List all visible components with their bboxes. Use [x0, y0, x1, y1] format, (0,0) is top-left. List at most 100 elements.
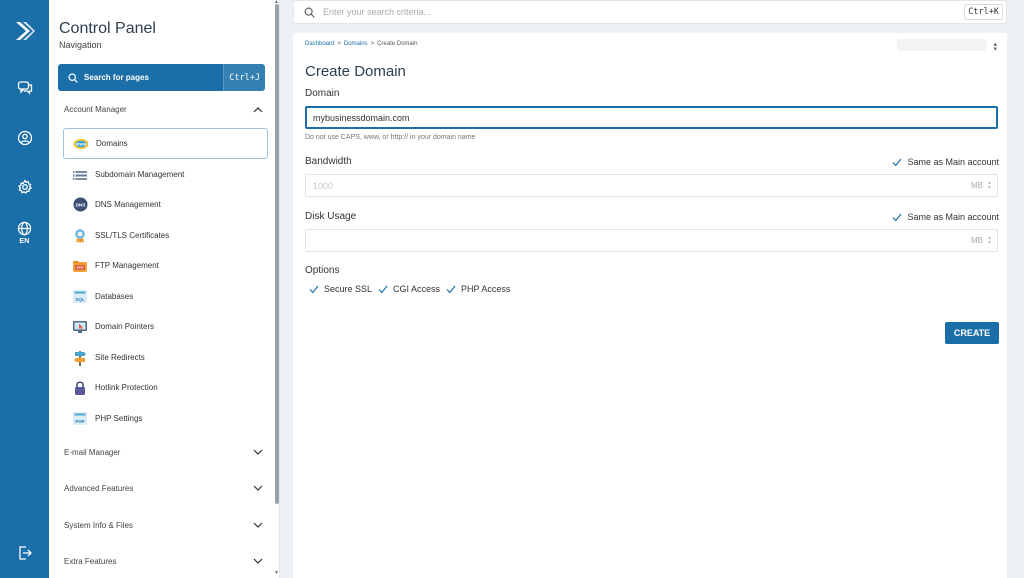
language-selector[interactable]: EN	[0, 221, 49, 245]
disk-usage-input[interactable]: MB ▲ ▼	[305, 229, 998, 252]
breadcrumb-current: Create Domain	[377, 41, 418, 47]
sidebar-item-site-redirects[interactable]: Site Redirects	[63, 342, 268, 373]
sidebar-item-label: SSL/TLS Certificates	[95, 231, 170, 240]
dns-icon: DNS	[71, 197, 89, 213]
section-email-manager[interactable]: E-mail Manager	[64, 445, 263, 459]
search-icon	[68, 72, 78, 83]
chevron-down-icon	[253, 449, 263, 456]
bandwidth-label: Bandwidth	[305, 156, 352, 167]
svg-text:FTP: FTP	[77, 266, 84, 270]
main-content: Dashboard > Domains > Create Domain ▴ ▾ C…	[293, 33, 1007, 578]
bandwidth-input[interactable]: 1000 MB ▲ ▼	[305, 174, 998, 197]
bandwidth-same-as-main-checkbox[interactable]: Same as Main account	[892, 157, 999, 167]
sidebar-item-hotlink-protection[interactable]: Hotlink Protection	[63, 372, 268, 403]
subdomain-icon	[71, 167, 89, 183]
section-label: Extra Features	[64, 556, 117, 566]
section-system-info-files[interactable]: System Info & Files	[64, 518, 263, 532]
sidebar-item-label: Domain Pointers	[95, 322, 155, 331]
sidebar-item-domains[interactable]: WWW Domains	[63, 128, 268, 159]
bandwidth-unit: MB	[971, 181, 983, 190]
disk-same-as-main-checkbox[interactable]: Same as Main account	[892, 212, 999, 222]
navigation-panel: Control Panel Navigation Search for page…	[49, 0, 280, 578]
section-extra-features[interactable]: Extra Features	[64, 554, 263, 568]
logo-icon[interactable]	[0, 19, 49, 43]
checkmark-icon	[446, 285, 456, 294]
sidebar-item-label: Databases	[95, 292, 134, 301]
domain-value: mybusinessdomain.com	[313, 112, 410, 123]
breadcrumb-dashboard[interactable]: Dashboard	[305, 41, 334, 47]
panel-title: Control Panel	[59, 20, 156, 37]
search-shortcut: Ctrl+K	[964, 4, 1003, 20]
option-label: CGI Access	[393, 284, 441, 294]
sidebar-item-ssl-tls-certificates[interactable]: SSL/TLS Certificates	[63, 220, 268, 251]
section-account-manager[interactable]: Account Manager	[64, 102, 263, 116]
svg-text:DNS: DNS	[75, 202, 85, 207]
chevron-down-icon	[253, 485, 263, 492]
ftp-icon: FTP	[71, 258, 89, 274]
search-input[interactable]: Enter your search criteria...	[323, 7, 964, 17]
signpost-icon	[71, 350, 89, 366]
language-label: EN	[19, 238, 30, 245]
sidebar-item-label: Hotlink Protection	[95, 383, 158, 392]
checkmark-icon	[309, 285, 319, 294]
svg-text:WWW: WWW	[76, 142, 87, 146]
disk-usage-label: Disk Usage	[305, 211, 357, 222]
gear-icon[interactable]	[0, 179, 49, 195]
section-advanced-features[interactable]: Advanced Features	[64, 481, 263, 495]
chat-icon[interactable]	[0, 80, 49, 96]
sidebar-item-databases[interactable]: SQL Databases	[63, 281, 268, 312]
sidebar-item-label: PHP Settings	[95, 414, 143, 423]
domain-hint: Do not use CAPS, www, or http:// in your…	[305, 134, 476, 141]
chevron-down-icon	[253, 558, 263, 565]
sidebar-item-label: Site Redirects	[95, 353, 145, 362]
options-label: Options	[305, 265, 340, 276]
sidebar-item-dns-management[interactable]: DNS DNS Management	[63, 189, 268, 220]
sidebar-item-label: DNS Management	[95, 200, 161, 209]
search-pages-label: Search for pages	[84, 73, 149, 82]
number-stepper-icon[interactable]: ▲ ▼	[987, 180, 992, 191]
chevron-up-icon	[253, 106, 263, 113]
ssl-certificate-icon	[71, 228, 89, 244]
disk-unit: MB	[971, 236, 983, 245]
logout-icon[interactable]	[0, 545, 49, 561]
lock-icon	[71, 380, 89, 396]
section-label: Account Manager	[64, 104, 127, 114]
sidebar-item-subdomain-management[interactable]: Subdomain Management	[63, 159, 268, 190]
nav-scrollbar[interactable]	[275, 4, 279, 504]
user-profile-icon[interactable]	[0, 130, 49, 146]
checkbox-label: Same as Main account	[907, 157, 999, 167]
cgi-access-checkbox[interactable]: CGI Access	[378, 284, 440, 294]
options-group: Secure SSL CGI Access PHP Access	[309, 284, 510, 294]
domains-icon: WWW	[72, 136, 90, 152]
search-pages-button[interactable]: Search for pages Ctrl+J	[58, 64, 265, 91]
sort-chevron-icon[interactable]: ▴ ▾	[993, 41, 997, 53]
php-access-checkbox[interactable]: PHP Access	[446, 284, 510, 294]
scroll-down-arrow[interactable]: ▼	[274, 570, 279, 576]
panel-subtitle: Navigation	[59, 40, 102, 50]
sidebar-item-ftp-management[interactable]: FTP FTP Management	[63, 250, 268, 281]
option-label: Secure SSL	[324, 284, 373, 294]
selector-placeholder[interactable]	[897, 39, 987, 51]
number-stepper-icon[interactable]: ▲ ▼	[987, 235, 992, 246]
sidebar-item-label: Domains	[96, 139, 128, 148]
secure-ssl-checkbox[interactable]: Secure SSL	[309, 284, 372, 294]
section-label: Advanced Features	[64, 483, 134, 493]
breadcrumb: Dashboard > Domains > Create Domain	[305, 41, 417, 47]
domain-label: Domain	[305, 88, 340, 99]
domain-pointer-icon	[71, 319, 89, 335]
sidebar-item-label: FTP Management	[95, 261, 159, 270]
breadcrumb-separator: >	[370, 41, 375, 47]
domain-input[interactable]: mybusinessdomain.com	[305, 106, 998, 129]
sidebar-item-php-settings[interactable]: PHP PHP Settings	[63, 403, 268, 434]
breadcrumb-domains[interactable]: Domains	[344, 41, 368, 47]
breadcrumb-separator: >	[337, 41, 341, 47]
sidebar-item-label: Subdomain Management	[95, 170, 185, 179]
icon-rail: EN	[0, 0, 49, 578]
section-label: System Info & Files	[64, 520, 133, 530]
svg-text:PHP: PHP	[75, 419, 84, 424]
create-button[interactable]: CREATE	[945, 322, 999, 344]
global-search-bar[interactable]: Enter your search criteria... Ctrl+K	[293, 0, 1007, 24]
php-icon: PHP	[71, 411, 89, 427]
sidebar-item-domain-pointers[interactable]: Domain Pointers	[63, 311, 268, 342]
database-icon: SQL	[71, 289, 89, 305]
